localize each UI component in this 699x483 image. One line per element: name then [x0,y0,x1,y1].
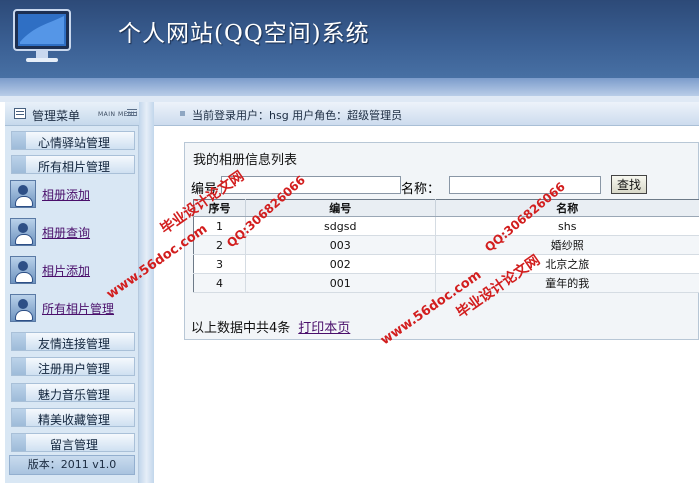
sidebar-item-label: 所有相片管理 [37,160,110,174]
search-id-label: 编号 [191,182,218,197]
print-page-link[interactable]: 打印本页 [298,321,350,336]
user-icon [10,180,36,208]
cell-index: 1 [193,216,246,236]
cell-id: 001 [245,273,436,293]
cell-id: sdgsd [245,216,436,236]
menu-icon [14,108,26,119]
cell-name: 北京之旅 [435,254,699,274]
search-row: 编号 名称： 查找 [187,175,698,197]
table-row[interactable]: 1 sdgsd shs [193,216,699,236]
sidebar-link-label[interactable]: 相册查询 [42,224,90,241]
sidebar-item-users[interactable]: 注册用户管理 [11,357,135,376]
column-header-name: 名称 [435,199,699,217]
cell-name: shs [435,216,699,236]
search-name-input[interactable] [449,176,601,194]
user-info-bar: 当前登录用户：hsg 用户角色：超级管理员 [154,102,699,126]
cell-name: 婚纱照 [435,235,699,255]
header-stripe [0,78,699,96]
version-label: 版本：2011 v1.0 [9,455,135,475]
column-header-id: 编号 [245,199,436,217]
sidebar-link-label[interactable]: 相册添加 [42,186,90,203]
search-button[interactable]: 查找 [611,175,647,194]
cell-name: 童年的我 [435,273,699,293]
sidebar-menu-header: 管理菜单 MAIN MENU [5,102,139,126]
sidebar-item-favorites[interactable]: 精美收藏管理 [11,408,135,427]
user-icon [10,218,36,246]
menu-title: 管理菜单 [32,109,81,123]
current-user-text: 当前登录用户：hsg 用户角色：超级管理员 [192,109,403,122]
sidebar-item-messages[interactable]: 留言管理 [11,433,135,452]
sidebar-item-manage-photos[interactable]: 所有相片管理 [10,294,140,324]
sidebar-link-label[interactable]: 所有相片管理 [42,300,114,317]
panel-title: 我的相册信息列表 [193,153,298,168]
app-title: 个人网站(QQ空间)系统 [118,21,370,47]
sidebar-item-label: 心情驿站管理 [37,136,110,150]
table-footer: 以上数据中共4条 打印本页 [191,317,350,336]
sidebar-item-label: 精美收藏管理 [37,413,110,427]
record-count-text: 以上数据中共4条 [191,321,291,336]
sidebar-item-add-album[interactable]: 相册添加 [10,180,140,210]
app-header: 个人网站(QQ空间)系统 [0,0,699,96]
table-row[interactable]: 2 003 婚纱照 [193,235,699,255]
sidebar-item-friend-links[interactable]: 友情连接管理 [11,332,135,351]
search-name-label: 名称： [401,182,441,197]
table-row[interactable]: 4 001 童年的我 [193,273,699,293]
sidebar-item-label: 留言管理 [49,438,98,452]
sidebar-item-label: 注册用户管理 [37,362,110,376]
search-id-input[interactable] [221,176,401,194]
column-header-index: 序号 [193,199,246,217]
menu-list-icon[interactable] [127,109,137,118]
sidebar-item-label: 友情连接管理 [37,337,110,351]
bullet-icon [180,111,185,116]
sidebar-item-mood[interactable]: 心情驿站管理 [11,131,135,150]
user-icon [10,256,36,284]
album-list-panel: 我的相册信息列表 编号 名称： 查找 序号 编号 名称 1 sdgsd shs [184,142,699,340]
table-header-row: 序号 编号 名称 [193,199,699,217]
main-content: 我的相册信息列表 编号 名称： 查找 序号 编号 名称 1 sdgsd shs [154,126,699,483]
album-table: 序号 编号 名称 1 sdgsd shs 2 003 婚纱照 3 002 北京之… [193,199,699,293]
sidebar-item-music[interactable]: 魅力音乐管理 [11,383,135,402]
cell-id: 003 [245,235,436,255]
sidebar: 管理菜单 MAIN MENU 心情驿站管理 所有相片管理 相册添加 相册查询 相… [5,102,139,483]
sidebar-item-all-photos[interactable]: 所有相片管理 [11,155,135,174]
user-icon [10,294,36,322]
sidebar-item-query-album[interactable]: 相册查询 [10,218,140,248]
cell-index: 4 [193,273,246,293]
cell-id: 002 [245,254,436,274]
cell-index: 2 [193,235,246,255]
monitor-icon [13,9,71,62]
cell-index: 3 [193,254,246,274]
sidebar-item-label: 魅力音乐管理 [37,388,110,402]
table-row[interactable]: 3 002 北京之旅 [193,254,699,274]
sidebar-link-label[interactable]: 相片添加 [42,262,90,279]
sidebar-item-add-photo[interactable]: 相片添加 [10,256,140,286]
sidebar-divider [139,102,154,483]
